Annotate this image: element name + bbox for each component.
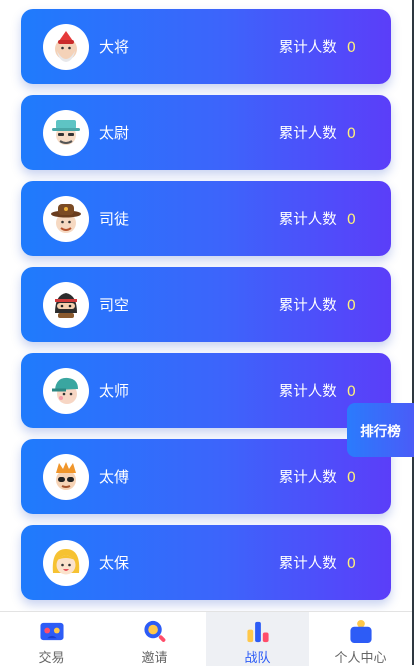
leaderboard-button[interactable]: 排行榜	[347, 403, 414, 457]
count-value: 0	[346, 556, 356, 572]
tab-label: 战队	[244, 651, 271, 666]
team-chart-icon	[246, 621, 269, 643]
tab-invite[interactable]: 邀请	[103, 612, 206, 666]
count-label: 累计人数 0	[278, 384, 356, 400]
rank-name: 太师	[99, 382, 130, 400]
count-value: 0	[346, 212, 356, 228]
count-label: 累计人数 0	[278, 212, 356, 228]
tab-label: 个人中心	[334, 651, 387, 666]
rank-card-situ[interactable]: 司徒 累计人数 0	[21, 181, 391, 256]
rank-list: 大将 累计人数 0 太尉 累计人数 0 司徒 累计人数 0 司空 累计人数 0 …	[21, 9, 391, 611]
count-label: 累计人数 0	[278, 298, 356, 314]
rank-card-taishi[interactable]: 太师 累计人数 0	[21, 353, 391, 428]
tab-label: 交易	[38, 651, 65, 666]
tab-team[interactable]: 战队	[206, 612, 309, 666]
rank-name: 大将	[99, 38, 130, 56]
girl-avatar-icon	[43, 539, 89, 586]
rank-card-taiwei[interactable]: 太尉 累计人数 0	[21, 95, 391, 170]
rank-name: 太尉	[99, 124, 130, 142]
count-value: 0	[346, 470, 356, 486]
rank-card-taibao[interactable]: 太保 累计人数 0	[21, 525, 391, 600]
general-avatar-icon	[43, 23, 89, 70]
rank-card-dajiang[interactable]: 大将 累计人数 0	[21, 9, 391, 84]
rank-name: 太保	[99, 554, 130, 572]
count-label: 累计人数 0	[278, 126, 356, 142]
count-label: 累计人数 0	[278, 556, 356, 572]
invite-search-icon	[143, 620, 165, 642]
hat-avatar-icon	[43, 109, 89, 156]
cowboy-avatar-icon	[43, 195, 89, 242]
count-value: 0	[346, 384, 356, 400]
rank-name: 太傅	[99, 468, 130, 486]
rank-name: 司空	[99, 296, 130, 314]
profile-bag-icon	[349, 619, 372, 644]
count-value: 0	[346, 40, 356, 56]
crown-avatar-icon	[43, 453, 89, 500]
rank-card-taifu[interactable]: 太傅 累计人数 0	[21, 439, 391, 514]
ninja-avatar-icon	[43, 281, 89, 328]
tab-label: 邀请	[141, 651, 168, 666]
rank-name: 司徒	[99, 210, 130, 228]
bottom-tab-bar: 交易 邀请 战队 个人中心	[0, 611, 412, 666]
cap-avatar-icon	[43, 367, 89, 414]
tab-trade[interactable]: 交易	[0, 612, 103, 666]
count-value: 0	[346, 298, 356, 314]
rank-card-sikong[interactable]: 司空 累计人数 0	[21, 267, 391, 342]
count-label: 累计人数 0	[278, 470, 356, 486]
count-label: 累计人数 0	[278, 40, 356, 56]
count-value: 0	[346, 126, 356, 142]
trade-icon	[39, 622, 64, 641]
tab-profile[interactable]: 个人中心	[309, 612, 412, 666]
